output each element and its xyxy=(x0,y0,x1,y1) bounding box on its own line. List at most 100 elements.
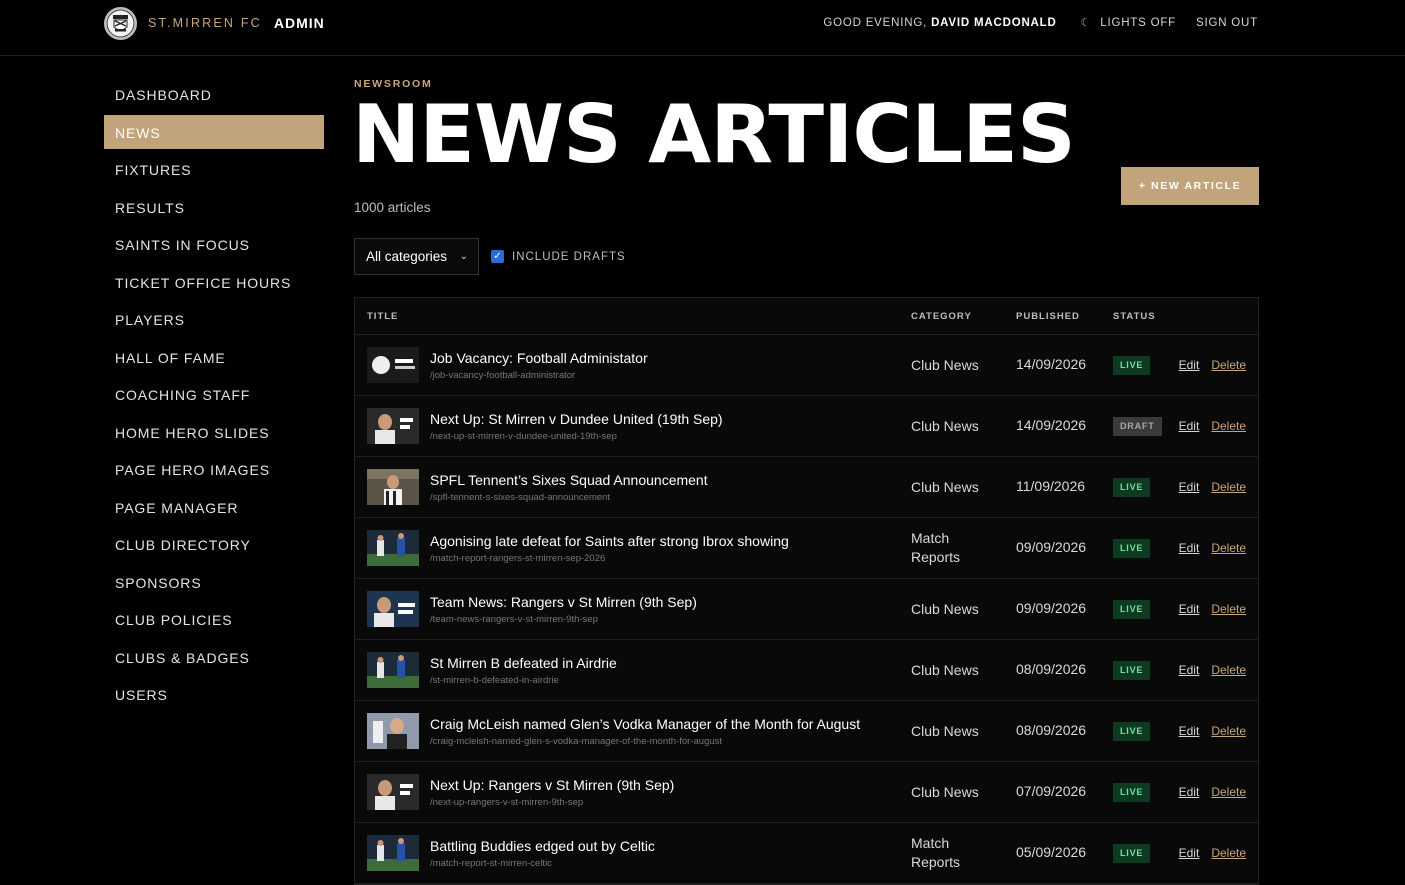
sidebar-item-coaching-staff[interactable]: COACHING STAFF xyxy=(104,377,324,411)
edit-link[interactable]: Edit xyxy=(1179,419,1200,433)
article-title[interactable]: Team News: Rangers v St Mirren (9th Sep) xyxy=(430,594,697,610)
greeting-prefix: GOOD EVENING, xyxy=(823,16,928,29)
sign-out-link[interactable]: SIGN OUT xyxy=(1196,17,1258,29)
article-category: Club News xyxy=(911,661,979,678)
column-status[interactable]: STATUS xyxy=(1102,311,1170,322)
article-thumbnail xyxy=(367,774,419,810)
new-article-button[interactable]: + NEW ARTICLE xyxy=(1121,167,1259,205)
table-row[interactable]: Next Up: Rangers v St Mirren (9th Sep) /n… xyxy=(355,762,1258,823)
status-badge: LIVE xyxy=(1113,783,1151,802)
table-row[interactable]: Craig McLeish named Glen’s Vodka Manager… xyxy=(355,701,1258,762)
edit-link[interactable]: Edit xyxy=(1179,541,1200,555)
table-row[interactable]: Battling Buddies edged out by Celtic/mat… xyxy=(355,823,1258,884)
brand[interactable]: ST.MIRREN FC ADMIN xyxy=(104,6,325,40)
edit-link[interactable]: Edit xyxy=(1179,663,1200,677)
title-cell: Team News: Rangers v St Mirren (9th Sep)… xyxy=(355,591,900,627)
delete-link[interactable]: Delete xyxy=(1211,724,1246,738)
column-published[interactable]: PUBLISHED xyxy=(1005,311,1102,322)
article-slug: /st-mirren-b-defeated-in-airdrie xyxy=(430,674,559,686)
table-row[interactable]: St Mirren B defeated in Airdrie/st-mirre… xyxy=(355,640,1258,701)
user-name: DAVID MACDONALD xyxy=(931,16,1057,29)
lights-label: LIGHTS OFF xyxy=(1100,16,1176,29)
article-title[interactable]: Next Up: St Mirren v Dundee United (19th… xyxy=(430,411,723,427)
chevron-down-icon: ⌄ xyxy=(459,251,468,262)
table-body: Job Vacancy: Football Administator/job-v… xyxy=(355,335,1258,884)
lights-toggle[interactable]: ☾ LIGHTS OFF xyxy=(1081,16,1176,30)
greeting: GOOD EVENING, DAVID MACDONALD xyxy=(823,17,1056,29)
article-category: Club News xyxy=(911,478,979,495)
article-title[interactable]: Battling Buddies edged out by Celtic xyxy=(430,838,655,854)
article-slug: /match-report-rangers-st-mirren-sep-2026 xyxy=(430,552,606,564)
sidebar-nav: DASHBOARD NEWS FIXTURES RESULTS SAINTS IN FO… xyxy=(104,77,324,715)
category-select[interactable]: All categories ⌄ xyxy=(354,238,479,275)
user-area: GOOD EVENING, DAVID MACDONALD ☾ LIGHTS O… xyxy=(823,16,1258,30)
brand-name: ST.MIRREN FC xyxy=(148,16,262,30)
edit-link[interactable]: Edit xyxy=(1179,602,1200,616)
sidebar-item-players[interactable]: PLAYERS xyxy=(104,302,324,336)
title-cell: Battling Buddies edged out by Celtic/mat… xyxy=(355,835,900,871)
delete-link[interactable]: Delete xyxy=(1211,846,1246,860)
article-slug: /craig-mcleish-named-glen-s-vodka-manage… xyxy=(430,735,722,747)
article-slug: /spfl-tennent-s-sixes-squad-announcement xyxy=(430,491,611,503)
edit-link[interactable]: Edit xyxy=(1179,480,1200,494)
title-cell: SPFL Tennent’s Sixes Squad Announcement /… xyxy=(355,469,900,505)
table-row[interactable]: Agonising late defeat for Saints after s… xyxy=(355,518,1258,579)
status-badge: LIVE xyxy=(1113,539,1151,558)
edit-link[interactable]: Edit xyxy=(1179,724,1200,738)
delete-link[interactable]: Delete xyxy=(1211,541,1246,555)
sidebar-item-sponsors[interactable]: SPONSORS xyxy=(104,565,324,599)
article-published-date: 07/09/2026 xyxy=(1016,783,1087,799)
include-drafts-checkbox[interactable]: ✓ INCLUDE DRAFTS xyxy=(491,250,626,263)
edit-link[interactable]: Edit xyxy=(1179,785,1200,799)
sidebar-item-results[interactable]: RESULTS xyxy=(104,190,324,224)
title-cell: Job Vacancy: Football Administator/job-v… xyxy=(355,347,900,383)
articles-table: TITLE CATEGORY PUBLISHED STATUS Job Vaca… xyxy=(354,297,1259,885)
table-row[interactable]: Team News: Rangers v St Mirren (9th Sep)… xyxy=(355,579,1258,640)
edit-link[interactable]: Edit xyxy=(1179,358,1200,372)
sidebar-item-saints-in-focus[interactable]: SAINTS IN FOCUS xyxy=(104,227,324,261)
delete-link[interactable]: Delete xyxy=(1211,480,1246,494)
sidebar-item-users[interactable]: USERS xyxy=(104,677,324,711)
delete-link[interactable]: Delete xyxy=(1211,358,1246,372)
article-published-date: 09/09/2026 xyxy=(1016,600,1087,616)
sidebar-item-dashboard[interactable]: DASHBOARD xyxy=(104,77,324,111)
article-title[interactable]: Agonising late defeat for Saints after s… xyxy=(430,533,789,549)
article-category: Club News xyxy=(911,722,979,739)
table-row[interactable]: Next Up: St Mirren v Dundee United (19th… xyxy=(355,396,1258,457)
sidebar-item-news[interactable]: NEWS xyxy=(104,114,324,149)
article-title[interactable]: Next Up: Rangers v St Mirren (9th Sep) xyxy=(430,777,674,793)
sidebar-item-fixtures[interactable]: FIXTURES xyxy=(104,152,324,186)
article-title[interactable]: St Mirren B defeated in Airdrie xyxy=(430,655,617,671)
article-thumbnail xyxy=(367,469,419,505)
table-row[interactable]: SPFL Tennent’s Sixes Squad Announcement /… xyxy=(355,457,1258,518)
checkbox-checked-icon[interactable]: ✓ xyxy=(491,250,504,263)
sidebar-item-page-manager[interactable]: PAGE MANAGER xyxy=(104,490,324,524)
article-slug: /team-news-rangers-v-st-mirren-9th-sep xyxy=(430,613,598,625)
table-row[interactable]: Job Vacancy: Football Administator/job-v… xyxy=(355,335,1258,396)
brand-admin-label: ADMIN xyxy=(273,15,325,31)
sidebar-item-clubs-badges[interactable]: CLUBS & BADGES xyxy=(104,640,324,674)
article-category: Match Reports xyxy=(911,835,961,870)
article-title[interactable]: SPFL Tennent’s Sixes Squad Announcement xyxy=(430,472,708,488)
delete-link[interactable]: Delete xyxy=(1211,419,1246,433)
sidebar-item-home-hero-slides[interactable]: HOME HERO SLIDES xyxy=(104,415,324,449)
article-title[interactable]: Job Vacancy: Football Administator xyxy=(430,350,648,366)
article-title[interactable]: Craig McLeish named Glen’s Vodka Manager… xyxy=(430,716,860,732)
column-title[interactable]: TITLE xyxy=(355,311,900,322)
column-category[interactable]: CATEGORY xyxy=(900,311,1005,322)
sidebar-item-ticket-office-hours[interactable]: TICKET OFFICE HOURS xyxy=(104,265,324,299)
edit-link[interactable]: Edit xyxy=(1179,846,1200,860)
top-header: ST.MIRREN FC ADMIN GOOD EVENING, DAVID M… xyxy=(0,0,1405,56)
include-drafts-label: INCLUDE DRAFTS xyxy=(512,250,626,263)
status-badge: LIVE xyxy=(1113,600,1151,619)
sidebar-item-page-hero-images[interactable]: PAGE HERO IMAGES xyxy=(104,452,324,486)
article-category: Club News xyxy=(911,600,979,617)
delete-link[interactable]: Delete xyxy=(1211,663,1246,677)
sidebar-item-club-policies[interactable]: CLUB POLICIES xyxy=(104,602,324,636)
sidebar-item-club-directory[interactable]: CLUB DIRECTORY xyxy=(104,527,324,561)
delete-link[interactable]: Delete xyxy=(1211,785,1246,799)
delete-link[interactable]: Delete xyxy=(1211,602,1246,616)
sidebar-item-hall-of-fame[interactable]: HALL OF FAME xyxy=(104,340,324,374)
status-badge: LIVE xyxy=(1113,722,1151,741)
title-cell: St Mirren B defeated in Airdrie/st-mirre… xyxy=(355,652,900,688)
